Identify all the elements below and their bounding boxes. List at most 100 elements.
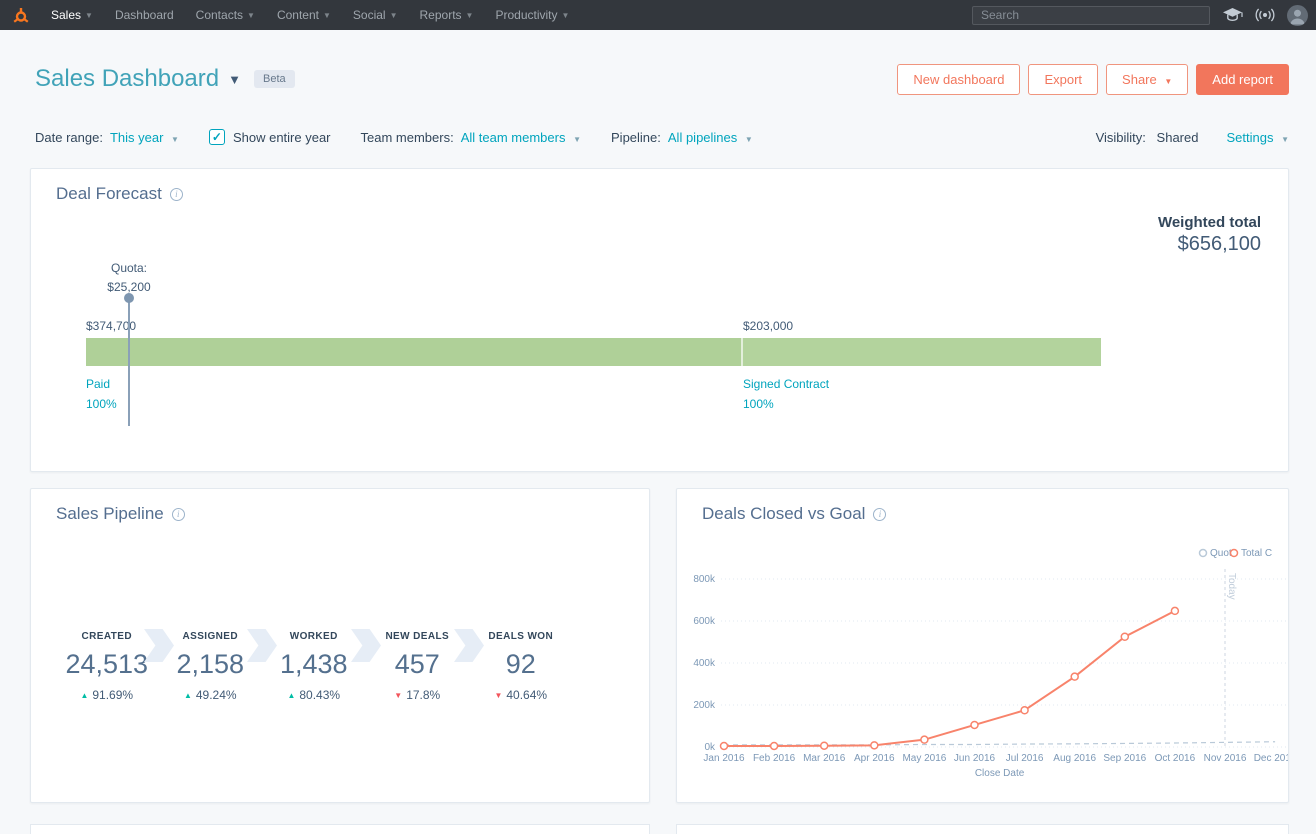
stage-label: WORKED bbox=[289, 631, 338, 642]
funnel-stage-deals-won[interactable]: DEALS WON 92 ▼ 40.64% bbox=[469, 631, 573, 702]
info-icon[interactable]: i bbox=[171, 507, 185, 521]
nav-app-switcher[interactable]: Sales ▼ bbox=[51, 8, 93, 22]
deals-closed-title: Deals Closed vs Goal bbox=[702, 504, 866, 523]
nav-item-productivity[interactable]: Productivity ▼ bbox=[495, 8, 569, 22]
hubspot-sprocket-icon[interactable] bbox=[12, 7, 29, 24]
quota-label: Quota: bbox=[110, 261, 148, 275]
avatar[interactable] bbox=[1287, 4, 1308, 26]
funnel-stage-created[interactable]: CREATED 24,513 ▲ 91.69% bbox=[55, 631, 159, 702]
visibility-value: Shared bbox=[1156, 129, 1199, 145]
weighted-total-value: $656,100 bbox=[1177, 233, 1261, 255]
deal-forecast-title: Deal Forecast bbox=[56, 184, 162, 203]
nav-item-reports[interactable]: Reports ▼ bbox=[420, 8, 474, 22]
change-arrow-icon: ▲ bbox=[287, 691, 296, 700]
funnel-stage-assigned[interactable]: ASSIGNED 2,158 ▲ 49.24% bbox=[159, 631, 263, 702]
dashboard-selector-caret-icon[interactable]: ▼ bbox=[228, 72, 241, 87]
segment-stage-link[interactable]: Paid bbox=[86, 377, 110, 391]
stage-change: ▼ 17.8% bbox=[366, 688, 470, 702]
page-header: Sales Dashboard ▼ Beta New dashboard Exp… bbox=[35, 60, 1289, 98]
data-point-marker[interactable] bbox=[920, 735, 929, 744]
nav-item-label: Contacts bbox=[195, 8, 244, 22]
show-entire-year-label: Show entire year bbox=[232, 129, 331, 145]
funnel-stage-worked[interactable]: WORKED 1,438 ▲ 80.43% bbox=[262, 631, 366, 702]
date-range-select[interactable]: This year ▼ bbox=[110, 130, 179, 145]
data-point-marker[interactable] bbox=[1120, 632, 1130, 641]
segment-percent-link[interactable]: 100% bbox=[86, 397, 117, 411]
chevron-down-icon: ▼ bbox=[85, 10, 93, 20]
quota-marker-labels: Quota: $25,200 bbox=[79, 261, 179, 294]
chevron-down-icon: ▼ bbox=[573, 134, 582, 144]
notifications-broadcast-icon[interactable] bbox=[1254, 8, 1276, 22]
x-axis-tick: Nov 2016 bbox=[1204, 753, 1247, 764]
x-axis-tick: Mar 2016 bbox=[803, 753, 846, 764]
stage-value: 457 bbox=[394, 649, 440, 679]
segment-percent-link[interactable]: 100% bbox=[743, 397, 774, 411]
stage-change: ▲ 91.69% bbox=[55, 688, 159, 702]
chevron-down-icon: ▼ bbox=[1281, 134, 1289, 144]
share-button-label: Share bbox=[1122, 71, 1157, 87]
show-entire-year-checkbox[interactable]: ✓ bbox=[208, 129, 225, 145]
forecast-bar-segment-paid[interactable] bbox=[86, 338, 743, 366]
stage-label: DEALS WON bbox=[488, 631, 554, 642]
pipeline-select[interactable]: All pipelines ▼ bbox=[668, 130, 753, 145]
nav-item-dashboard[interactable]: Dashboard bbox=[115, 8, 174, 22]
data-point-marker[interactable] bbox=[1020, 706, 1029, 715]
data-point-marker[interactable] bbox=[769, 741, 779, 751]
y-axis-tick: 0k bbox=[704, 742, 716, 753]
funnel-stage-new-deals[interactable]: NEW DEALS 457 ▼ 17.8% bbox=[366, 631, 470, 702]
segment-stage-link[interactable]: Signed Contract bbox=[743, 377, 829, 391]
quota-marker-dot[interactable] bbox=[124, 293, 134, 303]
partial-card-right bbox=[676, 824, 1289, 834]
data-point-marker[interactable] bbox=[819, 741, 829, 750]
stage-value: 1,438 bbox=[279, 649, 348, 679]
sales-pipeline-title: Sales Pipeline bbox=[56, 504, 164, 523]
stage-change-value: 80.43% bbox=[299, 688, 341, 702]
nav-item-content[interactable]: Content ▼ bbox=[277, 8, 331, 22]
chevron-down-icon: ▼ bbox=[1164, 76, 1173, 86]
series-line-quota bbox=[724, 741, 1276, 746]
search-input[interactable] bbox=[972, 5, 1210, 25]
svg-text:Total C: Total C bbox=[1241, 548, 1272, 559]
chevron-down-icon: ▼ bbox=[171, 134, 179, 144]
nav-item-social[interactable]: Social ▼ bbox=[353, 8, 398, 22]
data-point-marker[interactable] bbox=[970, 720, 979, 730]
team-members-select[interactable]: All team members ▼ bbox=[461, 130, 581, 145]
deal-forecast-card: Deal Forecast i Weighted total $656,100 … bbox=[30, 168, 1289, 472]
change-arrow-icon: ▼ bbox=[494, 691, 503, 700]
data-point-marker[interactable] bbox=[1170, 606, 1180, 616]
change-arrow-icon: ▲ bbox=[183, 691, 192, 700]
x-axis-tick: Jul 2016 bbox=[1006, 753, 1044, 764]
pipeline-funnel: CREATED 24,513 ▲ 91.69% ASSIGNED 2,158 ▲ 4… bbox=[55, 631, 573, 702]
share-button[interactable]: Share ▼ bbox=[1106, 63, 1189, 95]
data-point-marker[interactable] bbox=[1070, 672, 1079, 681]
x-axis-title: Close Date bbox=[975, 768, 1025, 779]
info-icon[interactable]: i bbox=[873, 507, 887, 521]
x-axis-tick: Oct 2016 bbox=[1155, 753, 1196, 764]
academy-icon[interactable] bbox=[1222, 7, 1243, 23]
nav-item-contacts[interactable]: Contacts ▼ bbox=[196, 8, 255, 22]
stage-value: 92 bbox=[505, 649, 536, 679]
stage-label: ASSIGNED bbox=[182, 631, 238, 642]
x-axis-tick: Dec 2016 bbox=[1254, 753, 1289, 764]
nav-item-label: Productivity bbox=[495, 8, 558, 22]
nav-item-label: Social bbox=[352, 8, 386, 22]
data-point-marker[interactable] bbox=[719, 741, 729, 751]
change-arrow-icon: ▲ bbox=[80, 691, 89, 700]
settings-label: Settings bbox=[1226, 129, 1274, 145]
quota-value: $25,200 bbox=[107, 280, 151, 294]
new-dashboard-button[interactable]: New dashboard bbox=[897, 63, 1021, 95]
x-axis-tick: Apr 2016 bbox=[854, 753, 895, 764]
pipeline-value: All pipelines bbox=[667, 129, 738, 145]
export-button[interactable]: Export bbox=[1028, 63, 1099, 95]
add-report-button[interactable]: Add report bbox=[1196, 63, 1289, 95]
settings-menu[interactable]: Settings ▼ bbox=[1226, 130, 1289, 145]
chevron-down-icon: ▼ bbox=[465, 10, 474, 20]
today-label: Today bbox=[1226, 573, 1237, 600]
forecast-bar-segment-signed-contract[interactable] bbox=[742, 338, 1101, 366]
stage-label: CREATED bbox=[81, 631, 132, 642]
chevron-down-icon: ▼ bbox=[744, 134, 753, 144]
data-point-marker[interactable] bbox=[870, 741, 879, 750]
filter-bar: Date range: This year ▼ ✓ Show entire ye… bbox=[35, 124, 1289, 150]
x-axis-tick: Jan 2016 bbox=[703, 753, 745, 764]
info-icon[interactable]: i bbox=[169, 187, 183, 201]
